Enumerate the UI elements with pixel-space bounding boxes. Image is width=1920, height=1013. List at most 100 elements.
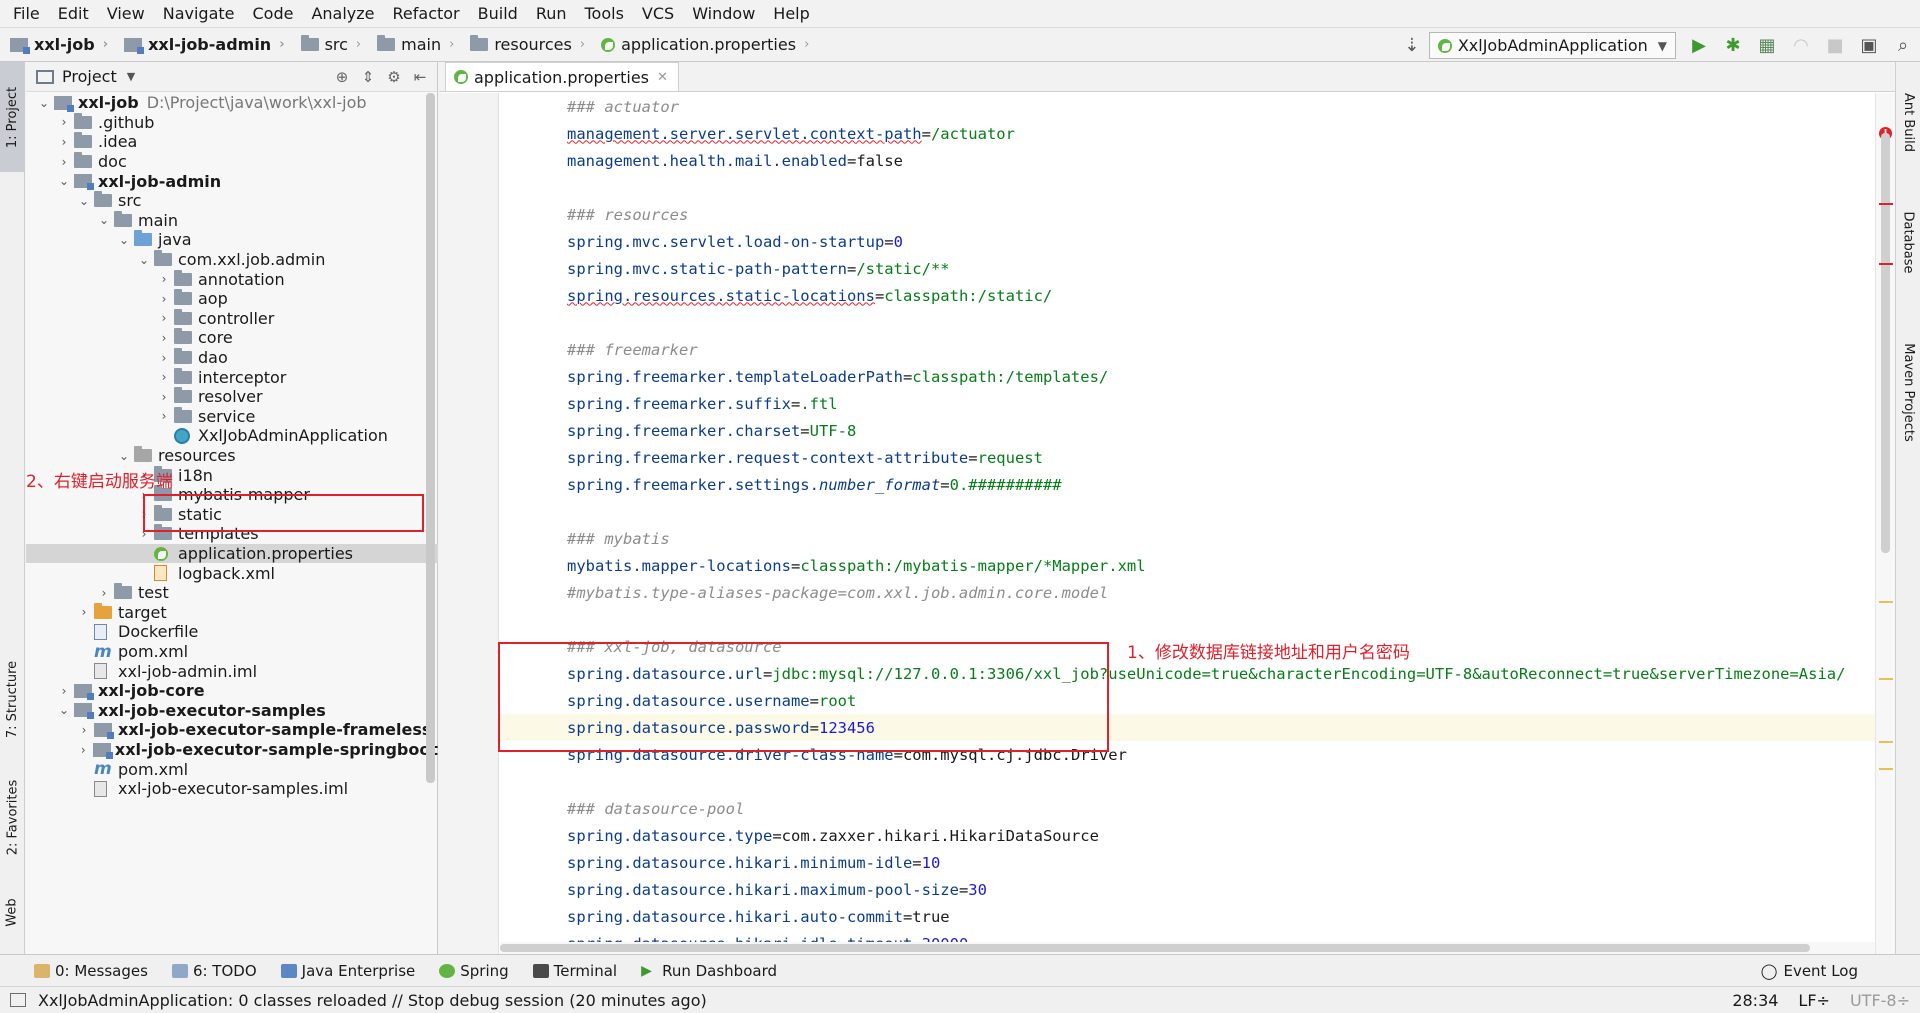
chevron-down-icon[interactable]: ⌄ <box>54 174 74 188</box>
breadcrumb-item[interactable]: main › <box>367 27 460 62</box>
chevron-down-icon[interactable]: ⌄ <box>74 194 94 208</box>
menu-build[interactable]: Build <box>469 0 527 27</box>
chevron-right-icon[interactable]: › <box>154 331 174 345</box>
error-marker[interactable] <box>1879 263 1893 265</box>
code-line[interactable]: 19spring.freemarker.settings.number_form… <box>500 471 1875 498</box>
tab-web[interactable]: Web <box>0 882 25 942</box>
tree-item-xxl-job-executor-samples-iml[interactable]: xxl-job-executor-samples.iml <box>26 779 438 799</box>
tool-event-log[interactable]: ◯ Event Log <box>1761 955 1858 987</box>
chevron-right-icon[interactable]: › <box>74 723 94 737</box>
tree-item-dockerfile[interactable]: Dockerfile <box>26 622 438 642</box>
chevron-right-icon[interactable]: › <box>154 311 174 325</box>
run-configuration-select[interactable]: XxlJobAdminApplication ▼ <box>1428 32 1676 59</box>
menu-analyze[interactable]: Analyze <box>302 0 383 27</box>
chevron-right-icon[interactable]: › <box>54 155 74 169</box>
line-separator[interactable]: LF÷ <box>1798 991 1830 1010</box>
chevron-down-icon[interactable]: ⌄ <box>114 233 134 247</box>
tree-item-core[interactable]: › core <box>26 328 438 348</box>
menu-vcs[interactable]: VCS <box>633 0 683 27</box>
code-line[interactable]: 22mybatis.mapper-locations=classpath:/my… <box>500 552 1875 579</box>
hide-icon[interactable]: ⇤ <box>407 68 433 86</box>
tool-run-dashboard[interactable]: ▶ Run Dashboard <box>641 962 777 980</box>
tree-item-github[interactable]: › .github <box>26 112 438 133</box>
tree-item-resolver[interactable]: › resolver <box>26 387 438 407</box>
chevron-right-icon[interactable]: › <box>94 586 114 600</box>
tree-item-com-xxl-job-admin[interactable]: ⌄ com.xxl.job.admin <box>26 250 438 270</box>
menu-file[interactable]: File <box>4 0 49 27</box>
breadcrumb-item[interactable]: xxl-job › <box>0 27 114 62</box>
chevron-down-icon[interactable]: ⌄ <box>54 703 74 717</box>
tab-structure[interactable]: 7: Structure <box>0 647 25 752</box>
tree-item-doc[interactable]: › doc <box>26 152 438 172</box>
chevron-right-icon[interactable]: › <box>154 351 174 365</box>
tree-item-controller[interactable]: › controller <box>26 308 438 329</box>
code-line[interactable]: 24 <box>500 606 1875 633</box>
tree-item-service[interactable]: › service <box>26 406 438 427</box>
code-line[interactable]: 31### datasource-pool <box>500 795 1875 822</box>
tool-todo[interactable]: 6: TODO <box>171 962 257 980</box>
chevron-right-icon[interactable]: › <box>74 743 93 757</box>
breadcrumb-item[interactable]: application.properties › <box>591 27 815 62</box>
warning-marker[interactable] <box>1879 768 1893 770</box>
tab-favorites[interactable]: 2: Favorites <box>0 762 25 872</box>
code-line[interactable]: 14### freemarker <box>500 336 1875 363</box>
breadcrumb-item[interactable]: resources › <box>460 27 591 62</box>
code-line[interactable]: 17spring.freemarker.charset=UTF-8 <box>500 417 1875 444</box>
code-line[interactable]: 7management.health.mail.enabled=false <box>500 147 1875 174</box>
code-line[interactable]: 8 <box>500 174 1875 201</box>
code-line[interactable]: 6management.server.servlet.context-path=… <box>500 120 1875 147</box>
tree-item-xxl-job[interactable]: ⌄ xxl-job D:\Project\java\work\xxl-job <box>26 93 438 113</box>
code-line[interactable]: 21### mybatis <box>500 525 1875 552</box>
code-line[interactable]: 13 <box>500 309 1875 336</box>
warning-marker[interactable] <box>1879 601 1893 603</box>
menu-window[interactable]: Window <box>683 0 764 27</box>
chevron-down-icon[interactable]: ⌄ <box>114 449 134 463</box>
warning-marker[interactable] <box>1879 678 1893 680</box>
tree-item-resources[interactable]: ⌄ resources <box>26 446 438 466</box>
menu-navigate[interactable]: Navigate <box>154 0 244 27</box>
tree-item-xxl-job-executor-sample-springboot[interactable]: › xxl-job-executor-sample-springboot <box>26 740 438 760</box>
menu-tools[interactable]: Tools <box>576 0 633 27</box>
tree-item-aop[interactable]: › aop <box>26 289 438 309</box>
chevron-right-icon[interactable]: › <box>54 684 74 698</box>
chevron-down-icon[interactable]: ⌄ <box>134 253 154 267</box>
stop-icon[interactable]: ■ <box>1818 28 1852 63</box>
chevron-right-icon[interactable]: › <box>154 370 174 384</box>
menu-edit[interactable]: Edit <box>49 0 98 27</box>
project-structure-icon[interactable]: ▣ <box>1852 28 1886 63</box>
coverage-icon[interactable]: ▦ <box>1750 28 1784 63</box>
tree-item-xxl-job-admin[interactable]: ⌄ xxl-job-admin <box>26 171 438 191</box>
tool-terminal[interactable]: Terminal <box>532 962 617 980</box>
menu-help[interactable]: Help <box>764 0 818 27</box>
code-line[interactable]: 5### actuator <box>500 93 1875 120</box>
run-icon[interactable]: ▶ <box>1682 28 1716 63</box>
code-line[interactable]: 30 <box>500 768 1875 795</box>
project-panel-title[interactable]: Project <box>62 67 117 86</box>
chevron-right-icon[interactable]: › <box>54 115 74 129</box>
editor-horizontal-scrollbar[interactable] <box>500 942 1875 954</box>
code-line[interactable]: 15spring.freemarker.templateLoaderPath=c… <box>500 363 1875 390</box>
chevron-right-icon[interactable]: › <box>154 409 174 423</box>
caret-position[interactable]: 28:34 <box>1732 991 1778 1010</box>
tree-scrollbar[interactable] <box>426 93 435 783</box>
tree-item-interceptor[interactable]: › interceptor <box>26 367 438 387</box>
code-line[interactable]: 33spring.datasource.hikari.minimum-idle=… <box>500 849 1875 876</box>
profile-icon[interactable]: ◠ <box>1784 28 1818 63</box>
tree-item-pom-xml[interactable]: m pom.xml <box>26 759 438 779</box>
code-line[interactable]: 20 <box>500 498 1875 525</box>
tree-item-test[interactable]: › test <box>26 583 438 603</box>
menu-refactor[interactable]: Refactor <box>384 0 469 27</box>
tab-project[interactable]: 1: Project <box>0 62 25 172</box>
search-icon[interactable]: ⌕ <box>1886 28 1920 63</box>
chevron-right-icon[interactable]: › <box>54 135 74 149</box>
error-marker[interactable] <box>1879 203 1893 205</box>
warning-marker[interactable] <box>1879 741 1893 743</box>
tree-item-annotation[interactable]: › annotation <box>26 269 438 289</box>
locate-icon[interactable]: ⊕ <box>329 68 355 86</box>
code-line[interactable]: 34spring.datasource.hikari.maximum-pool-… <box>500 876 1875 903</box>
tree-item-dao[interactable]: › dao <box>26 348 438 368</box>
tree-item-xxljobadminapplication[interactable]: XxlJobAdminApplication <box>26 426 438 446</box>
code-line[interactable]: 35spring.datasource.hikari.auto-commit=t… <box>500 903 1875 930</box>
menu-code[interactable]: Code <box>244 0 303 27</box>
tree-item-target[interactable]: › target <box>26 602 438 623</box>
